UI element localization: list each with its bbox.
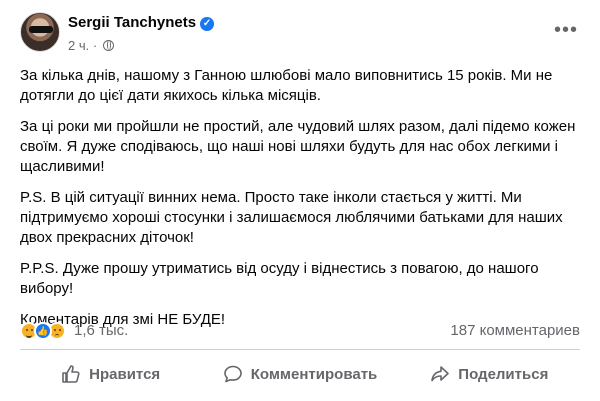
comment-label: Комментировать (250, 365, 378, 383)
more-options-icon[interactable]: ••• (554, 20, 578, 40)
share-button[interactable]: Поделиться (395, 354, 584, 394)
post-paragraph: P.P.S. Дуже прошу утриматись від осуду і… (20, 260, 539, 297)
post-paragraph: За ці роки ми пройшли не простий, але чу… (20, 118, 576, 175)
post-paragraph: P.S. В цій ситуації винних нема. Просто … (20, 189, 563, 246)
thumbs-up-icon (62, 365, 80, 383)
like-label: Нравится (89, 365, 161, 383)
like-button[interactable]: Нравится (16, 354, 205, 394)
comment-button[interactable]: Комментировать (205, 354, 394, 394)
share-icon (431, 366, 450, 382)
globe-icon[interactable] (102, 40, 114, 51)
like-reaction-icon (34, 322, 52, 340)
post-actions: Нравится Комментировать Поделиться (16, 354, 584, 394)
post-paragraph: За кілька днів, нашому з Ганною шлюбові … (20, 67, 553, 104)
share-label: Поделиться (458, 365, 549, 383)
post-meta: 2 ч. · (68, 38, 114, 53)
post-header: Sergii Tanchynets ✓ 2 ч. · ••• (16, 8, 584, 58)
facebook-post: Sergii Tanchynets ✓ 2 ч. · ••• За кілька … (0, 0, 600, 401)
post-text: За кілька днів, нашому з Ганною шлюбові … (20, 66, 580, 341)
reactions-count[interactable]: 1,6 тыс. (74, 322, 128, 339)
divider (20, 349, 580, 350)
author-name[interactable]: Sergii Tanchynets (68, 14, 196, 31)
author-name-row: Sergii Tanchynets ✓ (68, 14, 215, 31)
comment-icon (223, 365, 242, 383)
post-stats: 1,6 тыс. 187 комментариев (20, 318, 580, 344)
post-time[interactable]: 2 ч. (68, 38, 89, 53)
author-avatar[interactable] (20, 12, 60, 52)
comments-count[interactable]: 187 комментариев (450, 322, 580, 339)
verified-badge-icon: ✓ (200, 17, 215, 31)
